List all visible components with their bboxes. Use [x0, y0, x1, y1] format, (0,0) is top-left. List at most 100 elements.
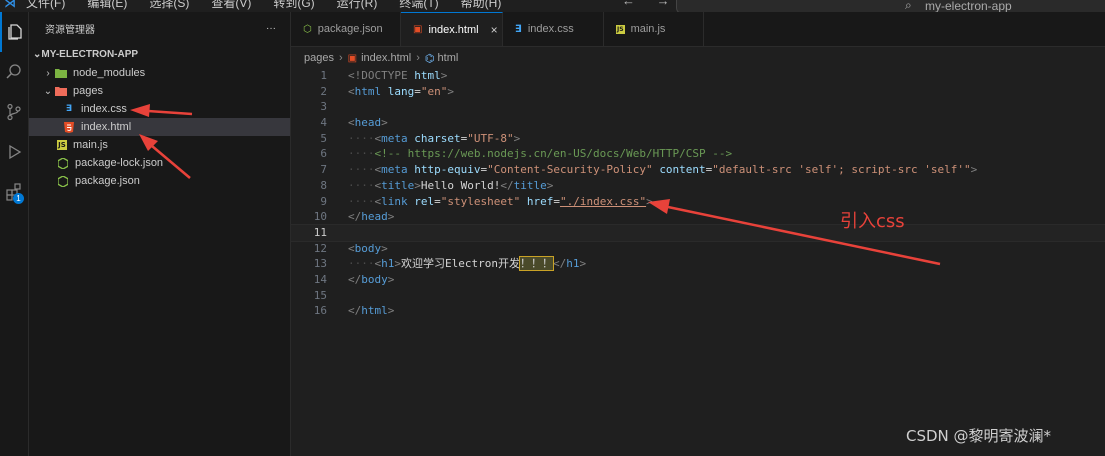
code-line[interactable]: 4 <head>: [291, 115, 1105, 131]
explorer-sidebar: 资源管理器 ··· ⌄ MY-ELECTRON-APP › node_modul…: [29, 12, 291, 456]
forward-arrow-icon[interactable]: →: [657, 0, 670, 8]
code-text: </body>: [348, 272, 395, 286]
code-line[interactable]: 13 ····<h1>欢迎学习Electron开发！！！</h1>: [291, 256, 1105, 272]
more-actions-icon[interactable]: ···: [266, 23, 276, 34]
code-line[interactable]: 12 <body>: [291, 241, 1105, 257]
tree-item-node-modules[interactable]: › node_modules: [29, 64, 290, 82]
code-line[interactable]: 7 ····<meta http-equiv="Content-Security-…: [291, 162, 1105, 178]
tab-label: index.css: [527, 23, 574, 35]
line-number: 3: [320, 100, 327, 114]
back-arrow-icon[interactable]: ←: [622, 0, 635, 8]
code-line[interactable]: 10 </head>: [291, 209, 1105, 225]
css-file-icon: ∃: [65, 104, 73, 114]
menu-help[interactable]: 帮助(H): [461, 0, 502, 11]
code-line[interactable]: 5 ····<meta charset="UTF-8">: [291, 131, 1105, 147]
tree-item-label: index.css: [81, 103, 127, 115]
code-line[interactable]: 16 </html>: [291, 303, 1105, 319]
chevron-down-icon: ⌄: [43, 85, 53, 97]
tree-item-label: package-lock.json: [75, 157, 164, 169]
html-file-icon: ▣: [413, 24, 423, 35]
line-number: 9: [320, 194, 327, 208]
command-center-search[interactable]: ⌕ my-electron-app: [676, 0, 1105, 12]
line-number: 11: [313, 225, 327, 239]
code-text: <!DOCTYPE html>: [348, 69, 448, 82]
tab-label: main.js: [630, 23, 666, 35]
code-line[interactable]: 1 <!DOCTYPE html>: [291, 68, 1105, 84]
title-bar: ⋊ 文件(F) 编辑(E) 选择(S) 查看(V) 转到(G) 运行(R) 终端…: [0, 0, 1105, 12]
line-number: 16: [313, 304, 327, 318]
tree-item-package-json[interactable]: package.json: [29, 172, 290, 190]
tab-index-html[interactable]: ▣ index.html ×: [401, 12, 503, 46]
code-line[interactable]: 6 ····<!-- https://web.nodejs.cn/en-US/do…: [291, 146, 1105, 162]
code-editor[interactable]: 1 <!DOCTYPE html> 2 <html lang="en"> 3 4 <head…: [290, 68, 1105, 319]
tree-item-label: pages: [73, 85, 103, 97]
code-text: </head>: [348, 210, 395, 224]
chevron-right-icon: ›: [338, 52, 343, 64]
breadcrumb-folder[interactable]: pages: [304, 52, 334, 64]
line-number: 10: [313, 210, 327, 224]
breadcrumb-file[interactable]: index.html: [361, 52, 411, 64]
run-debug-activity[interactable]: [0, 132, 28, 172]
tree-item-label: package.json: [75, 175, 140, 187]
js-file-icon: JS: [616, 24, 625, 34]
code-line[interactable]: 8 ····<title>Hello World!</title>: [291, 178, 1105, 194]
line-number: 8: [320, 178, 327, 192]
folder-icon: [55, 67, 67, 79]
search-activity[interactable]: [0, 52, 28, 92]
tree-item-main-js[interactable]: JS main.js: [29, 136, 290, 154]
html-file-icon: ▣: [347, 52, 358, 64]
code-text: <head>: [348, 116, 388, 130]
editor-tabs: ⬡ package.json ▣ index.html × ∃ index.cs…: [291, 12, 1105, 47]
workspace-section-header[interactable]: ⌄ MY-ELECTRON-APP: [29, 44, 290, 64]
breadcrumb: pages › ▣ index.html › ⌬ html: [291, 47, 1105, 69]
code-line[interactable]: 3: [291, 99, 1105, 115]
menu-terminal[interactable]: 终端(T): [399, 0, 438, 11]
line-number: 2: [320, 84, 327, 98]
code-line[interactable]: 2 <html lang="en">: [291, 84, 1105, 100]
extensions-badge: 1: [13, 193, 24, 204]
tree-item-pages[interactable]: ⌄ pages: [29, 82, 290, 100]
workspace-name: MY-ELECTRON-APP: [41, 48, 139, 60]
tab-main-js[interactable]: JS main.js: [604, 12, 704, 46]
tab-package-json[interactable]: ⬡ package.json: [291, 12, 401, 46]
json-file-icon: ⬡: [303, 23, 312, 35]
tree-item-label: node_modules: [73, 67, 146, 79]
close-icon[interactable]: ×: [491, 23, 498, 37]
tab-label: package.json: [317, 23, 383, 35]
code-line[interactable]: 11: [290, 223, 1105, 242]
code-line[interactable]: 9 ····<link rel="stylesheet" href="./inde…: [291, 194, 1105, 210]
tree-item-index-html[interactable]: index.html: [29, 118, 290, 136]
code-line[interactable]: 14 </body>: [291, 272, 1105, 288]
line-number: 5: [320, 131, 327, 145]
menu-edit[interactable]: 编辑(E): [87, 0, 127, 11]
line-number: 12: [313, 241, 327, 255]
extensions-activity[interactable]: 1: [0, 172, 28, 212]
json-file-icon: [57, 157, 69, 169]
menu-bar: ⋊ 文件(F) 编辑(E) 选择(S) 查看(V) 转到(G) 运行(R) 终端…: [0, 0, 523, 11]
code-text: ····<title>Hello World!</title>: [348, 178, 554, 192]
chevron-down-icon: ⌄: [33, 48, 42, 60]
search-icon: [6, 64, 21, 79]
json-file-icon: [57, 175, 69, 187]
menu-run[interactable]: 运行(R): [337, 0, 378, 11]
source-control-activity[interactable]: [0, 92, 28, 132]
run-debug-icon: [9, 144, 22, 160]
code-line[interactable]: 15: [291, 288, 1105, 304]
menu-view[interactable]: 查看(V): [211, 0, 251, 11]
chevron-right-icon: ›: [416, 52, 420, 64]
menu-file[interactable]: 文件(F): [26, 0, 65, 11]
files-icon: [8, 24, 22, 40]
menu-go[interactable]: 转到(G): [273, 0, 314, 11]
code-text: ····<link rel="stylesheet" href="./index…: [348, 194, 653, 208]
breadcrumb-symbol[interactable]: html: [438, 52, 459, 64]
tree-item-package-lock-json[interactable]: package-lock.json: [29, 154, 290, 172]
code-text: <html lang="en">: [348, 84, 454, 98]
line-number: 1: [320, 69, 327, 82]
tab-index-css[interactable]: ∃ index.css: [503, 12, 604, 46]
tree-item-index-css[interactable]: ∃ index.css: [29, 100, 290, 118]
menu-selection[interactable]: 选择(S): [149, 0, 189, 11]
command-center-text: my-electron-app: [925, 0, 1012, 12]
code-text: </html>: [348, 304, 395, 318]
tree-item-label: index.html: [81, 121, 132, 133]
explorer-activity[interactable]: [0, 12, 28, 52]
